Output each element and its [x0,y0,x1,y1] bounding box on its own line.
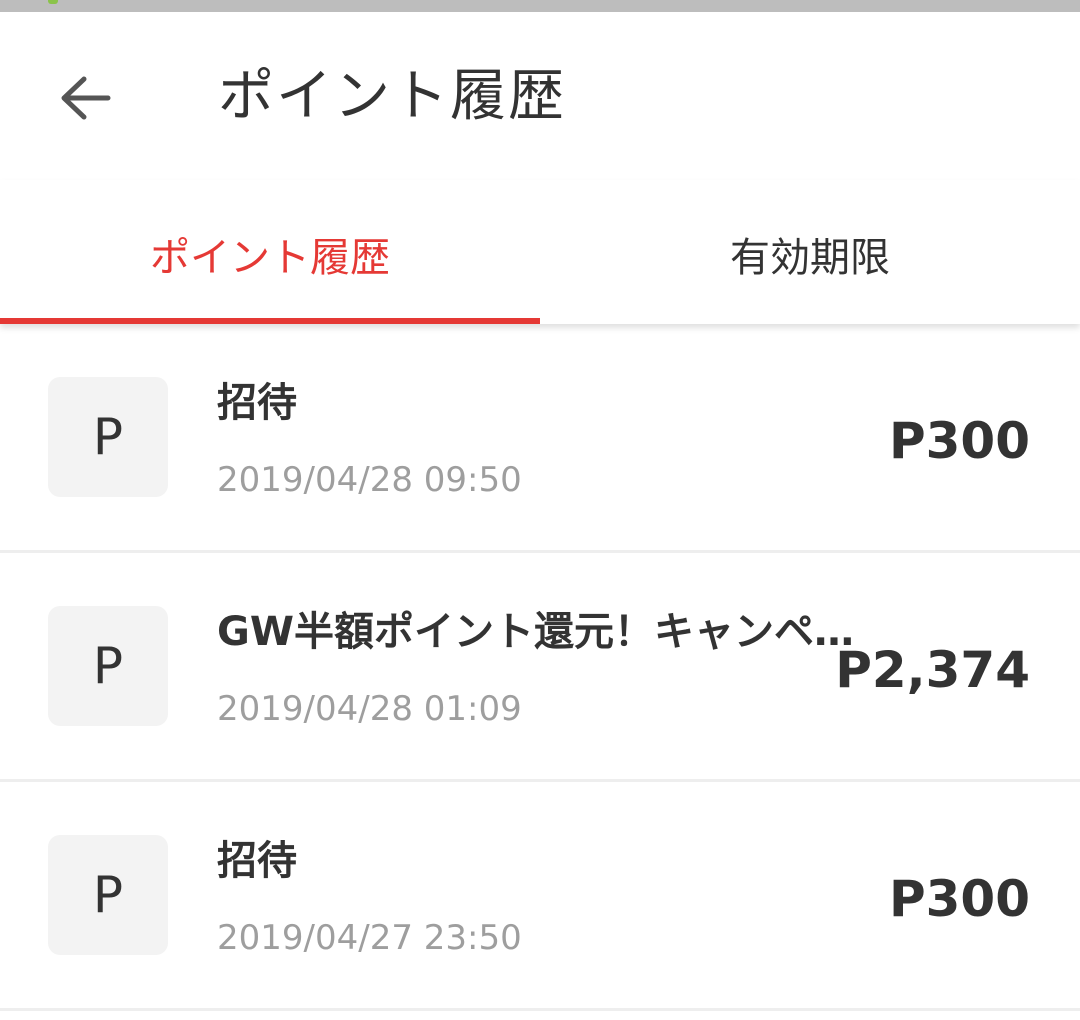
tab-selected-indicator [0,318,540,324]
point-history-list: P 招待 2019/04/28 09:50 P300 P GW半額ポイント還元！… [0,324,1080,1020]
item-title: GW半額ポイント還元！キャンペーン [217,609,865,655]
item-date: 2019/04/27 23:50 [217,918,522,958]
list-item[interactable]: P 招待 2019/04/28 09:50 P300 [0,324,1080,553]
arrow-left-icon [61,76,111,120]
item-date: 2019/04/28 09:50 [217,460,522,500]
tab-expiry-label: 有効期限 [730,235,890,281]
tab-bar: ポイント履歴 有効期限 [0,180,1080,324]
points-badge-icon: P [48,606,168,726]
tab-point-history-label: ポイント履歴 [150,235,390,281]
back-button[interactable] [40,58,130,138]
points-badge-icon: P [48,835,168,955]
item-title: 招待 [217,838,297,884]
status-bar [0,0,1080,12]
item-title: 招待 [217,380,297,426]
points-badge-icon: P [48,377,168,497]
tab-point-history[interactable]: ポイント履歴 [0,180,540,324]
item-amount: P2,374 [835,641,1030,699]
list-item[interactable]: P 招待 2019/04/27 23:50 P300 [0,782,1080,1011]
tab-expiry[interactable]: 有効期限 [540,180,1080,324]
item-amount: P300 [888,412,1030,470]
list-item[interactable]: P GW半額ポイント還元！キャンペーン 2019/04/28 01:09 P2,… [0,553,1080,782]
item-amount: P300 [888,870,1030,928]
page-title: ポイント履歴 [218,64,566,129]
item-date: 2019/04/28 01:09 [217,689,522,729]
status-indicator [48,0,58,4]
app-bar: ポイント履歴 [0,12,1080,180]
